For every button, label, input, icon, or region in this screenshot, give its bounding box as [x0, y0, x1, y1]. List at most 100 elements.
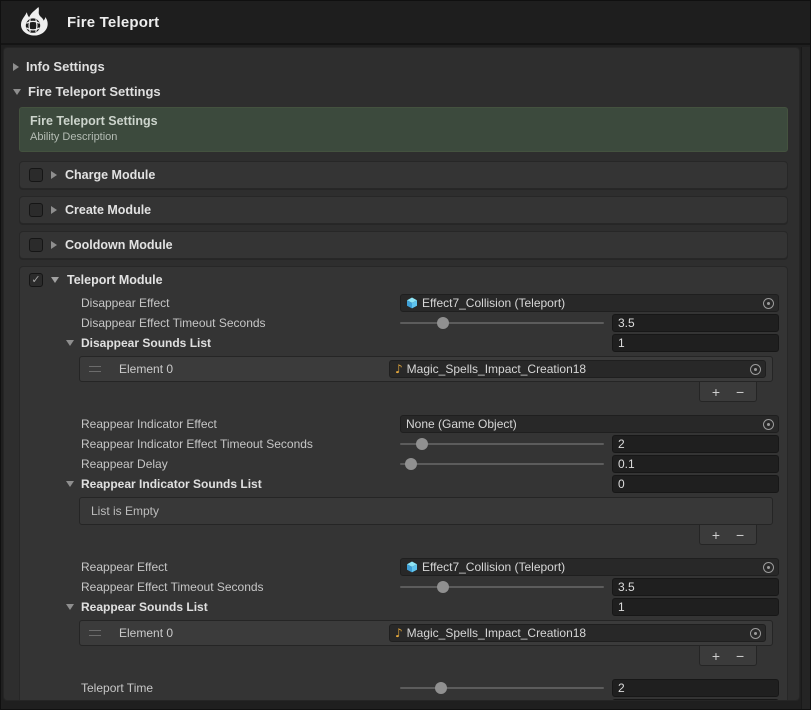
object-field-value: None (Game Object) — [406, 417, 757, 431]
add-element-button[interactable]: + — [708, 385, 724, 399]
object-field-value: Effect7_Collision (Teleport) — [422, 296, 757, 310]
foldout-label: Fire Teleport Settings — [28, 84, 161, 99]
disappear-timeout-input[interactable] — [612, 314, 779, 332]
list-element-row[interactable]: Element 0 ♪ Magic_Spells_Impact_Creation… — [80, 621, 772, 645]
window-title: Fire Teleport — [67, 14, 159, 31]
prefab-cube-icon — [406, 561, 418, 573]
reappear-timeout-row: Reappear Effect Timeout Seconds — [20, 577, 787, 597]
reappear-indicator-timeout-slider[interactable] — [400, 434, 604, 454]
slider-knob[interactable] — [405, 458, 417, 470]
module-label: Create Module — [65, 203, 151, 217]
cooldown-module-box: Cooldown Module — [19, 231, 788, 259]
chevron-right-icon — [13, 63, 19, 71]
slider-knob[interactable] — [435, 682, 447, 694]
description-title: Fire Teleport Settings — [30, 114, 777, 128]
list-label: Disappear Sounds List — [81, 336, 211, 350]
object-picker-icon[interactable] — [750, 364, 761, 375]
disappear-sound-object-field[interactable]: ♪ Magic_Spells_Impact_Creation18 — [389, 360, 766, 378]
ability-description-box: Fire Teleport Settings Ability Descripti… — [19, 107, 788, 152]
titlebar: Fire Teleport — [1, 1, 810, 45]
slider-track — [400, 687, 604, 689]
reappear-delay-slider[interactable] — [400, 454, 604, 474]
create-module-checkbox[interactable] — [29, 203, 43, 217]
add-element-button[interactable]: + — [708, 649, 724, 663]
audio-clip-icon: ♪ — [395, 363, 403, 375]
drag-handle-icon[interactable] — [89, 366, 101, 372]
add-element-button[interactable]: + — [708, 528, 724, 542]
field-label: Reappear Effect — [81, 560, 400, 574]
reappear-delay-input[interactable] — [612, 455, 779, 473]
reappear-effect-object-field[interactable]: Effect7_Collision (Teleport) — [400, 558, 779, 576]
remove-element-button[interactable]: − — [732, 385, 748, 399]
foldout-info-settings[interactable]: Info Settings — [9, 54, 794, 79]
drag-handle-icon[interactable] — [89, 630, 101, 636]
cooldown-module-checkbox[interactable] — [29, 238, 43, 252]
disappear-sounds-count-input[interactable] — [612, 334, 779, 352]
fireball-icon — [17, 5, 49, 39]
chevron-down-icon — [66, 340, 74, 346]
disappear-effect-row: Disappear Effect Effect7_Collision (Tele… — [20, 293, 787, 313]
object-picker-icon[interactable] — [763, 298, 774, 309]
object-picker-icon[interactable] — [763, 562, 774, 573]
slider-knob[interactable] — [437, 581, 449, 593]
object-picker-icon[interactable] — [763, 419, 774, 430]
teleport-module-checkbox[interactable]: ✓ — [29, 273, 43, 287]
reappear-sound-object-field[interactable]: ♪ Magic_Spells_Impact_Creation18 — [389, 624, 766, 642]
disappear-effect-object-field[interactable]: Effect7_Collision (Teleport) — [400, 294, 779, 312]
object-field-value: Effect7_Collision (Teleport) — [422, 560, 757, 574]
teleport-radius-row: Teleport Radius — [20, 698, 787, 701]
cooldown-module-header[interactable]: Cooldown Module — [20, 232, 787, 258]
chevron-down-icon — [13, 89, 21, 95]
charge-module-checkbox[interactable] — [29, 168, 43, 182]
remove-element-button[interactable]: − — [732, 649, 748, 663]
scrollbar[interactable] — [801, 47, 810, 709]
disappear-sounds-list-header[interactable]: Disappear Sounds List — [20, 333, 787, 353]
field-label: Reappear Indicator Effect Timeout Second… — [81, 437, 400, 451]
teleport-module-header[interactable]: ✓ Teleport Module — [20, 267, 787, 293]
foldout-label: Info Settings — [26, 59, 105, 74]
charge-module-header[interactable]: Charge Module — [20, 162, 787, 188]
reappear-sounds-list-footer: + − — [20, 646, 787, 666]
slider-track — [400, 322, 604, 324]
slider-knob[interactable] — [437, 317, 449, 329]
teleport-radius-input[interactable] — [612, 699, 779, 701]
slider-track — [400, 586, 604, 588]
foldout-fire-teleport-settings[interactable]: Fire Teleport Settings — [9, 79, 794, 104]
teleport-time-slider[interactable] — [400, 678, 604, 698]
teleport-radius-slider[interactable] — [400, 698, 604, 701]
module-label: Cooldown Module — [65, 238, 173, 252]
slider-knob[interactable] — [416, 438, 428, 450]
list-empty-label: List is Empty — [80, 498, 772, 524]
reappear-indicator-sounds-count-input[interactable] — [612, 475, 779, 493]
teleport-time-input[interactable] — [612, 679, 779, 697]
list-element-row[interactable]: Element 0 ♪ Magic_Spells_Impact_Creation… — [80, 357, 772, 381]
reappear-timeout-slider[interactable] — [400, 577, 604, 597]
inspector-panel: Info Settings Fire Teleport Settings Fir… — [3, 47, 800, 701]
chevron-right-icon — [51, 171, 57, 179]
reappear-timeout-input[interactable] — [612, 578, 779, 596]
teleport-time-row: Teleport Time — [20, 678, 787, 698]
disappear-sounds-list-box: Element 0 ♪ Magic_Spells_Impact_Creation… — [79, 356, 773, 382]
reappear-indicator-sounds-list-header[interactable]: Reappear Indicator Sounds List — [20, 474, 787, 494]
field-label: Disappear Effect — [81, 296, 400, 310]
audio-clip-icon: ♪ — [395, 627, 403, 639]
remove-element-button[interactable]: − — [732, 528, 748, 542]
chevron-down-icon — [51, 277, 59, 283]
reappear-sounds-list-box: Element 0 ♪ Magic_Spells_Impact_Creation… — [79, 620, 773, 646]
module-label: Charge Module — [65, 168, 155, 182]
disappear-timeout-slider[interactable] — [400, 313, 604, 333]
create-module-header[interactable]: Create Module — [20, 197, 787, 223]
reappear-indicator-effect-row: Reappear Indicator Effect None (Game Obj… — [20, 414, 787, 434]
reappear-indicator-timeout-input[interactable] — [612, 435, 779, 453]
object-picker-icon[interactable] — [750, 628, 761, 639]
disappear-sounds-list-footer: + − — [20, 382, 787, 402]
reappear-sounds-list-header[interactable]: Reappear Sounds List — [20, 597, 787, 617]
reappear-indicator-effect-object-field[interactable]: None (Game Object) — [400, 415, 779, 433]
field-label: Disappear Effect Timeout Seconds — [81, 316, 400, 330]
field-label: Reappear Indicator Effect — [81, 417, 400, 431]
reappear-sounds-count-input[interactable] — [612, 598, 779, 616]
teleport-module-body: Disappear Effect Effect7_Collision (Tele… — [20, 293, 787, 701]
field-label: Reappear Delay — [81, 457, 400, 471]
reappear-effect-row: Reappear Effect Effect7_Collision (Telep… — [20, 557, 787, 577]
list-label: Reappear Indicator Sounds List — [81, 477, 262, 491]
